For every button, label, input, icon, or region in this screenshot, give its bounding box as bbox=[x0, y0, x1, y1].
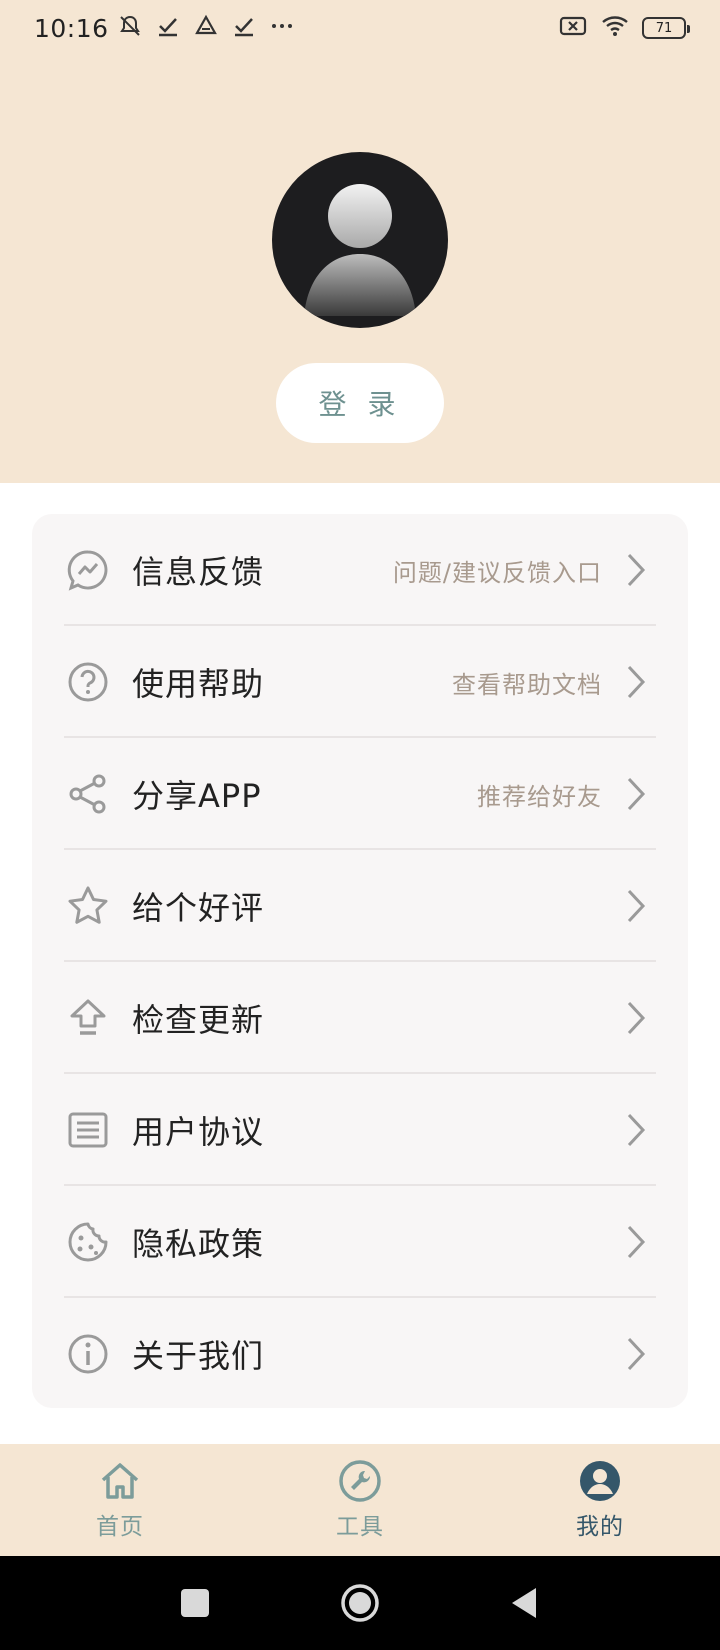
chevron-right-icon bbox=[622, 550, 650, 590]
feedback-icon bbox=[66, 548, 110, 592]
bottom-tab-bar: 首页 工具 我的 bbox=[0, 1444, 720, 1556]
help-icon bbox=[66, 660, 110, 704]
chevron-right-icon bbox=[622, 1334, 650, 1374]
system-navigation-bar bbox=[0, 1556, 720, 1650]
menu-label: 使用帮助 bbox=[132, 665, 265, 703]
cookie-icon bbox=[66, 1220, 110, 1264]
home-button[interactable] bbox=[336, 1556, 384, 1650]
check-icon bbox=[231, 13, 257, 43]
drive-icon bbox=[193, 13, 219, 43]
info-icon bbox=[66, 1332, 110, 1376]
menu-label: 隐私政策 bbox=[132, 1225, 265, 1263]
status-time: 10:16 bbox=[34, 13, 109, 43]
menu-hint: 推荐给好友 bbox=[477, 782, 602, 811]
menu-item-help[interactable]: 使用帮助 查看帮助文档 bbox=[64, 626, 656, 738]
menu-item-user-agreement[interactable]: 用户协议 bbox=[64, 1074, 656, 1186]
wifi-icon bbox=[600, 13, 630, 43]
menu-item-rate[interactable]: 给个好评 bbox=[64, 850, 656, 962]
menu-label: 关于我们 bbox=[132, 1337, 265, 1375]
menu-hint: 查看帮助文档 bbox=[452, 670, 602, 699]
menu-label: 用户协议 bbox=[132, 1113, 265, 1151]
chevron-right-icon bbox=[622, 774, 650, 814]
menu-label: 给个好评 bbox=[132, 889, 265, 927]
sim-off-icon bbox=[558, 13, 588, 43]
tab-label: 我的 bbox=[576, 1514, 624, 1540]
chevron-right-icon bbox=[622, 886, 650, 926]
more-icon bbox=[269, 13, 295, 43]
back-button[interactable] bbox=[500, 1556, 548, 1650]
menu-item-privacy[interactable]: 隐私政策 bbox=[64, 1186, 656, 1298]
menu-label: 信息反馈 bbox=[132, 553, 265, 591]
tab-label: 首页 bbox=[96, 1514, 144, 1540]
chevron-right-icon bbox=[622, 998, 650, 1038]
notifications-off-icon bbox=[117, 13, 143, 43]
chevron-right-icon bbox=[622, 1222, 650, 1262]
tools-icon bbox=[338, 1459, 382, 1503]
menu-item-feedback[interactable]: 信息反馈 问题/建议反馈入口 bbox=[64, 514, 656, 626]
avatar[interactable] bbox=[272, 152, 448, 328]
chevron-right-icon bbox=[622, 1110, 650, 1150]
menu-item-about[interactable]: 关于我们 bbox=[64, 1298, 656, 1410]
menu-item-share[interactable]: 分享APP 推荐给好友 bbox=[64, 738, 656, 850]
recents-button[interactable] bbox=[170, 1556, 220, 1650]
document-icon bbox=[66, 1108, 110, 1152]
tab-label: 工具 bbox=[336, 1514, 384, 1540]
user-icon bbox=[578, 1459, 622, 1503]
tab-home[interactable]: 首页 bbox=[0, 1444, 240, 1556]
menu-item-update[interactable]: 检查更新 bbox=[64, 962, 656, 1074]
chevron-right-icon bbox=[622, 662, 650, 702]
update-icon bbox=[66, 996, 110, 1040]
share-icon bbox=[66, 772, 110, 816]
profile-header: 10:16 71 登 录 bbox=[0, 0, 720, 483]
menu-label: 分享APP bbox=[132, 777, 262, 815]
tab-mine[interactable]: 我的 bbox=[480, 1444, 720, 1556]
check-icon bbox=[155, 13, 181, 43]
tab-tools[interactable]: 工具 bbox=[240, 1444, 480, 1556]
battery-icon: 71 bbox=[642, 17, 690, 39]
star-icon bbox=[66, 884, 110, 928]
menu-hint: 问题/建议反馈入口 bbox=[392, 558, 602, 587]
home-icon bbox=[98, 1459, 142, 1503]
status-bar: 10:16 71 bbox=[0, 0, 720, 56]
menu-label: 检查更新 bbox=[132, 1001, 265, 1039]
login-button[interactable]: 登 录 bbox=[276, 363, 444, 443]
settings-card: 信息反馈 问题/建议反馈入口 使用帮助 查看帮助文档 分享APP 推荐给好友 给… bbox=[32, 514, 688, 1408]
